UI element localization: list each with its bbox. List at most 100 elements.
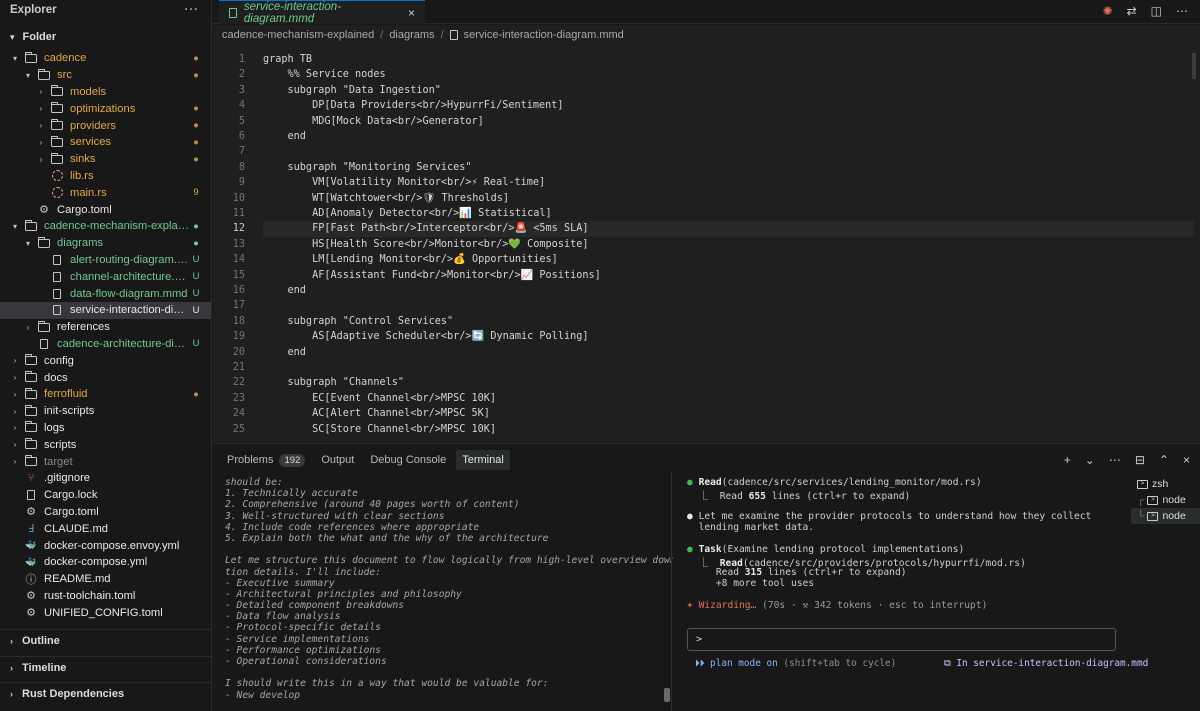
tree-item-label: channel-architecture.mmd	[70, 270, 189, 283]
scrollbar[interactable]	[1192, 53, 1196, 79]
tree-item[interactable]: › sinks ●	[0, 151, 211, 168]
tree-item[interactable]: main.rs 9	[0, 184, 211, 201]
section-rust-dependencies-label: Rust Dependencies	[22, 687, 125, 700]
tree-item[interactable]: ⑂ .gitignore	[0, 470, 211, 487]
section-timeline[interactable]: › Timeline	[0, 656, 211, 678]
tree-item[interactable]: ▾ cadence ●	[0, 50, 211, 67]
more-tools-text: +8 more tool uses	[698, 577, 815, 589]
chevron-right-icon: ›	[39, 154, 43, 164]
tree-item[interactable]: › services ●	[0, 134, 211, 151]
tab-problems[interactable]: Problems 192	[221, 450, 311, 470]
tree-item[interactable]: › models	[0, 84, 211, 101]
prompt-input[interactable]: >	[687, 628, 1116, 651]
terminal-instance[interactable]: ┌ > node	[1131, 492, 1200, 508]
tree-item[interactable]: › init-scripts	[0, 403, 211, 420]
section-outline[interactable]: › Outline	[0, 629, 211, 651]
terminal-line: should be:	[225, 477, 283, 488]
tab-debug-console[interactable]: Debug Console	[364, 450, 452, 470]
problems-count-badge: 192	[279, 454, 306, 467]
tree-item[interactable]: › scripts	[0, 436, 211, 453]
git-status-badge: U	[192, 304, 200, 316]
close-tab-icon[interactable]: ×	[408, 6, 415, 20]
terminal-divider[interactable]	[671, 472, 672, 711]
folder-section-header[interactable]: ▾ Folder	[0, 27, 211, 47]
chevron-right-icon: ›	[13, 423, 17, 433]
tree-item[interactable]: ⚙ UNIFIED_CONFIG.toml	[0, 604, 211, 621]
tab-output[interactable]: Output	[315, 450, 360, 470]
editor-tab[interactable]: service-interaction-diagram.mmd ×	[219, 0, 425, 25]
claude-icon[interactable]: ✺	[1103, 4, 1113, 18]
terminal-scrollbar[interactable]	[664, 688, 670, 702]
section-rust-dependencies[interactable]: › Rust Dependencies	[0, 682, 211, 704]
terminal-line: 5. Explain both the what and the why of …	[225, 532, 549, 544]
tree-item[interactable]: › logs	[0, 420, 211, 437]
more-actions-icon[interactable]: ⋯	[1176, 4, 1188, 18]
tree-item[interactable]: Cargo.lock	[0, 487, 211, 504]
tree-item[interactable]: › references	[0, 319, 211, 336]
maximize-panel-icon[interactable]: ⌃	[1159, 453, 1169, 467]
terminal-icon: >	[1147, 495, 1159, 505]
compare-changes-icon[interactable]: ⇄	[1127, 4, 1137, 18]
tree-item[interactable]: ⚙ Cargo.toml	[0, 201, 211, 218]
folder-icon	[24, 404, 38, 417]
terminal-output-left[interactable]: should be: 1. Technically accurate 2. Comp…	[225, 477, 673, 707]
chevron-right-icon: ›	[26, 322, 30, 332]
line-number: 23	[232, 392, 245, 404]
split-editor-icon[interactable]: ◫	[1151, 4, 1162, 18]
more-actions-icon[interactable]: ⋯	[1109, 453, 1121, 467]
tree-item[interactable]: › ferrofluid ●	[0, 386, 211, 403]
tree-item[interactable]: data-flow-diagram.mmd U	[0, 285, 211, 302]
folder-icon	[24, 219, 38, 232]
code-line: graph TB	[263, 54, 313, 65]
chevron-right-icon: ›	[13, 457, 17, 467]
chevron-down-icon[interactable]: ⌄	[1085, 453, 1095, 467]
tree-item-label: cadence-mechanism-explained	[44, 220, 189, 233]
tree-item[interactable]: cadence-architecture-diagra...U	[0, 336, 211, 353]
more-actions-icon[interactable]: ···	[185, 4, 200, 16]
folder-icon	[37, 236, 51, 249]
terminal-line: lending market data.	[687, 522, 1127, 533]
tree-item-label: Cargo.toml	[57, 203, 112, 216]
terminal-line: I should write this in a way that would …	[225, 678, 549, 690]
explorer-header: Explorer ···	[0, 0, 211, 20]
code-line: subgraph "Channels"	[263, 377, 405, 389]
tree-item[interactable]: ⓘ README.md	[0, 571, 211, 588]
tree-item[interactable]: lib.rs	[0, 168, 211, 185]
terminal-instance[interactable]: > zsh	[1131, 476, 1200, 492]
breadcrumb-item[interactable]: diagrams	[389, 29, 434, 41]
tree-item-label: config	[44, 354, 74, 367]
terminal-line: 4. Include code references where appropr…	[225, 521, 480, 533]
breadcrumb-item[interactable]: cadence-mechanism-explained	[222, 29, 374, 41]
tree-item[interactable]: ⚙ Cargo.toml	[0, 504, 211, 521]
tree-item[interactable]: › providers ●	[0, 117, 211, 134]
tree-item[interactable]: › optimizations ●	[0, 100, 211, 117]
breadcrumb-item[interactable]: service-interaction-diagram.mmd	[464, 29, 624, 41]
folder-section-label: Folder	[22, 31, 57, 43]
chevron-right-icon: ›	[39, 137, 43, 147]
tab-terminal[interactable]: Terminal	[456, 450, 510, 470]
tree-item[interactable]: › target	[0, 453, 211, 470]
tree-item[interactable]: 🐳 docker-compose.yml	[0, 554, 211, 571]
tree-item[interactable]: ▾ cadence-mechanism-explained ●	[0, 218, 211, 235]
new-terminal-icon[interactable]: +	[1064, 453, 1071, 467]
layout-icon[interactable]: ⊟	[1135, 453, 1145, 467]
tree-item[interactable]: › config	[0, 352, 211, 369]
line-number: 17	[232, 300, 245, 312]
terminal-output-right[interactable]: ● Read(cadence/src/services/lending_moni…	[687, 477, 1127, 611]
line-number: 4	[238, 100, 245, 112]
tree-item[interactable]: Ⅎ CLAUDE.md	[0, 520, 211, 537]
folder-icon	[50, 119, 64, 131]
tree-item[interactable]: channel-architecture.mmd U	[0, 268, 211, 285]
tree-item[interactable]: › docs	[0, 369, 211, 386]
gear-icon: ⚙	[26, 607, 36, 620]
terminal-instance[interactable]: └ > node	[1131, 508, 1200, 524]
close-panel-icon[interactable]: ×	[1183, 453, 1190, 467]
tree-item[interactable]: 🐳 docker-compose.envoy.yml	[0, 537, 211, 554]
tree-item[interactable]: ⚙ rust-toolchain.toml	[0, 588, 211, 605]
code-editor[interactable]: 1 graph TB 2 %% Service nodes 3 subgraph "D…	[213, 45, 1200, 442]
tree-item[interactable]: ▾ diagrams ●	[0, 235, 211, 252]
tree-item[interactable]: service-interaction-diagr... U	[0, 301, 211, 319]
tree-item[interactable]: ▾ src ●	[0, 67, 211, 84]
tree-item[interactable]: alert-routing-diagram.mmd U	[0, 252, 211, 269]
